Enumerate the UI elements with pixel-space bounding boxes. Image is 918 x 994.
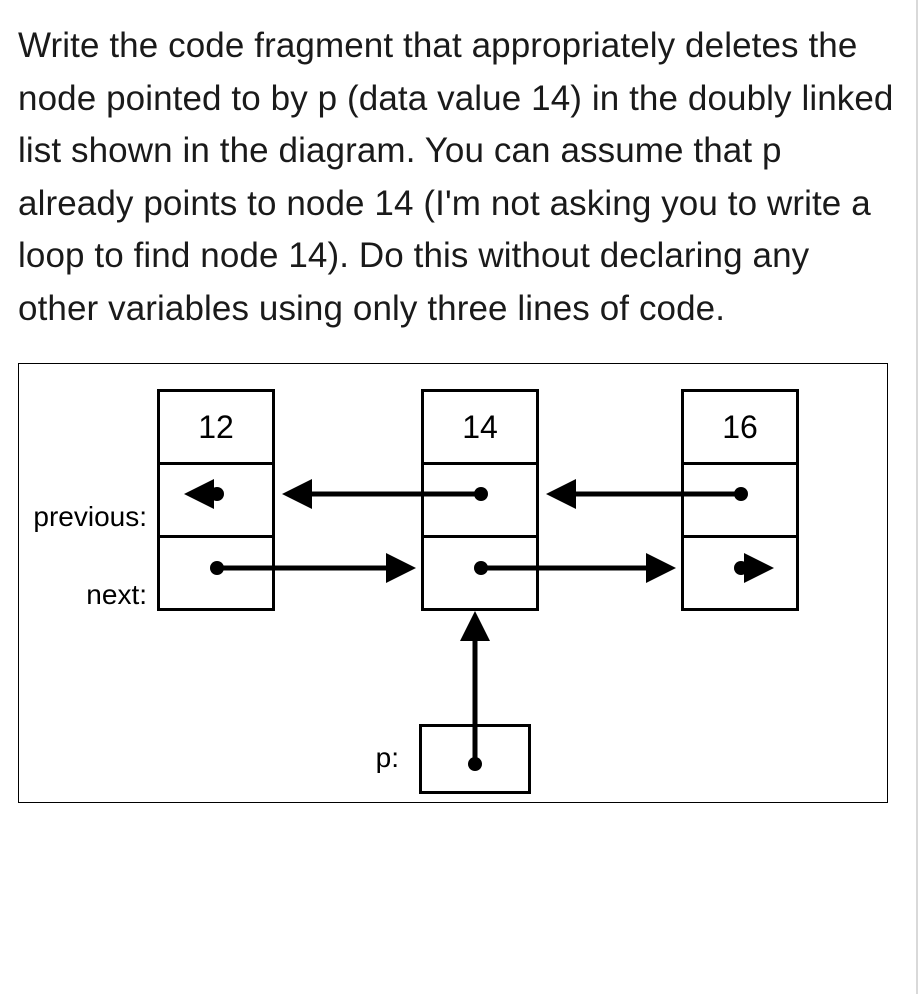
node-16-previous <box>684 465 796 538</box>
dot-icon <box>474 561 488 575</box>
label-previous: previous: <box>17 501 147 533</box>
dot-icon <box>734 561 748 575</box>
label-next: next: <box>39 579 147 611</box>
node-12-previous <box>160 465 272 538</box>
dot-icon <box>468 757 482 771</box>
dot-icon <box>210 561 224 575</box>
page-container: Write the code fragment that appropriate… <box>0 0 918 994</box>
linked-list-diagram: previous: next: p: 12 14 16 <box>18 363 888 803</box>
node-14-previous <box>424 465 536 538</box>
label-p: p: <box>359 742 399 774</box>
node-12-data: 12 <box>160 392 272 465</box>
dot-icon <box>734 487 748 501</box>
dot-icon <box>210 487 224 501</box>
node-16-data: 16 <box>684 392 796 465</box>
question-text: Write the code fragment that appropriate… <box>18 20 894 335</box>
dot-icon <box>474 487 488 501</box>
node-14-data: 14 <box>424 392 536 465</box>
